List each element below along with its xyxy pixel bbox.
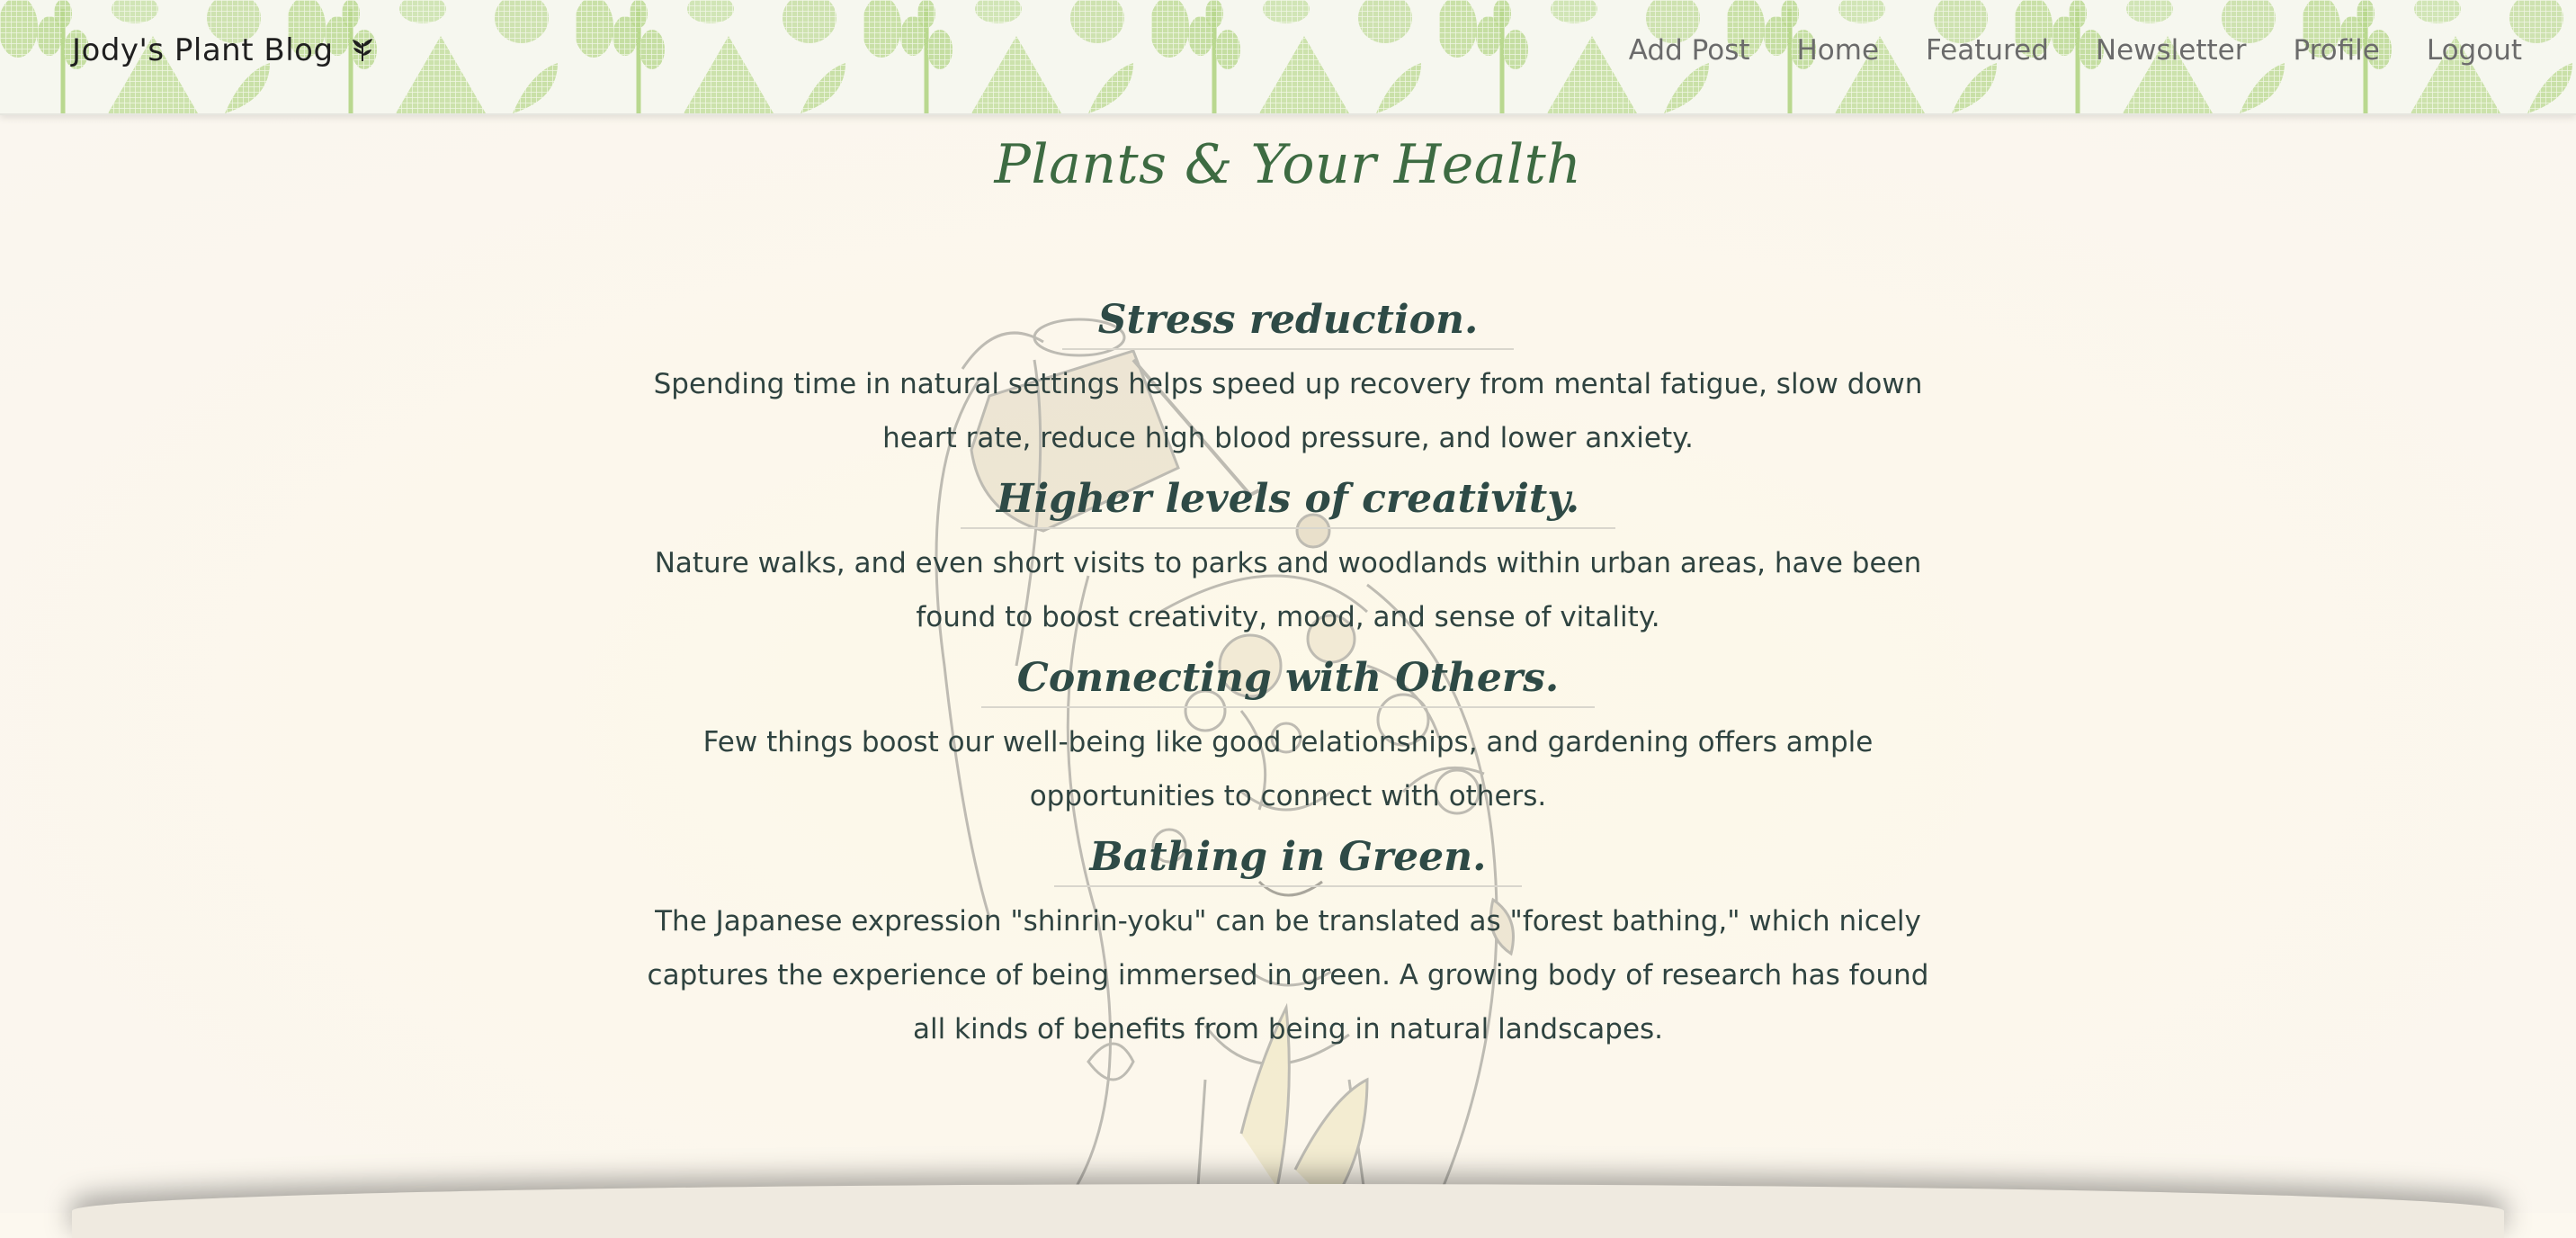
nav-link-featured[interactable]: Featured	[1926, 34, 2049, 67]
health-benefits-list: Stress reduction. Spending time in natur…	[0, 297, 2576, 1056]
nav-link-profile[interactable]: Profile	[2293, 34, 2379, 67]
footer-edge-shadow	[72, 1184, 2504, 1238]
main-content: Plants & Your Health Stress reduction. S…	[0, 113, 2576, 1067]
brand-name[interactable]: Jody's Plant Blog	[72, 32, 334, 68]
nav-link-newsletter[interactable]: Newsletter	[2096, 34, 2247, 67]
benefit-text: Nature walks, and even short visits to p…	[654, 547, 1922, 633]
benefit-text: Few things boost our well-being like goo…	[702, 726, 1874, 812]
top-navbar: Jody's Plant Blog Add Post Home Featured…	[0, 0, 2576, 115]
page-title: Plants & Your Health	[994, 133, 1582, 196]
site-brand[interactable]: Jody's Plant Blog	[72, 32, 376, 68]
benefit-heading: Connecting with Others.	[980, 655, 1596, 708]
benefit-text: The Japanese expression "shinrin-yoku" c…	[647, 905, 1929, 1045]
nav-menu: Add Post Home Featured Newsletter Profil…	[1629, 34, 2522, 67]
benefit-section: Stress reduction. Spending time in natur…	[640, 297, 1936, 465]
benefit-section: Higher levels of creativity. Nature walk…	[640, 476, 1936, 644]
benefit-text: Spending time in natural settings helps …	[653, 368, 1923, 454]
benefit-heading: Bathing in Green.	[1053, 834, 1523, 887]
nav-link-home[interactable]: Home	[1797, 34, 1880, 67]
benefit-heading: Higher levels of creativity.	[960, 476, 1616, 529]
nav-link-logout[interactable]: Logout	[2427, 34, 2522, 67]
benefit-section: Bathing in Green. The Japanese expressio…	[640, 834, 1936, 1056]
plant-sprout-icon	[349, 35, 376, 62]
benefit-heading: Stress reduction.	[1061, 297, 1515, 350]
benefit-section: Connecting with Others. Few things boost…	[640, 655, 1936, 823]
nav-link-add-post[interactable]: Add Post	[1629, 34, 1750, 67]
